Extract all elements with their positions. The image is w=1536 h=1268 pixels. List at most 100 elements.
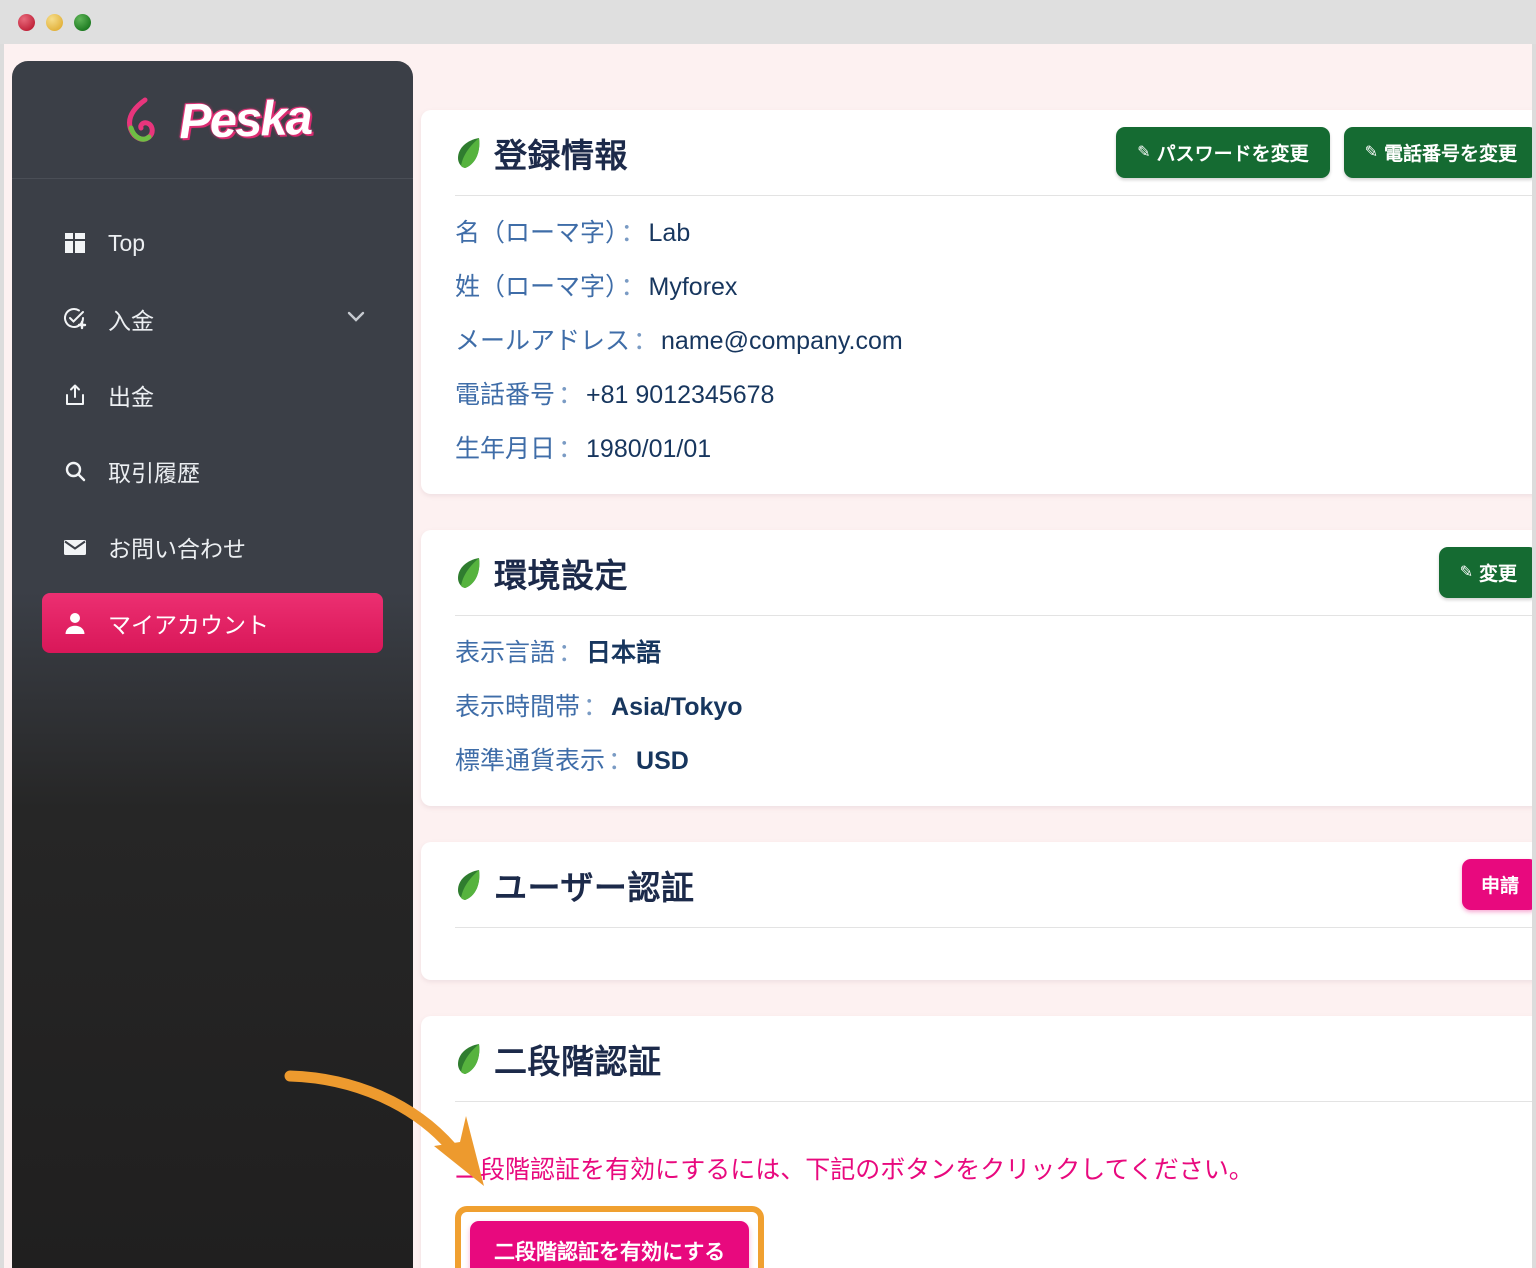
row-separator: ： bbox=[558, 639, 584, 667]
card-title: 二段階認証 bbox=[494, 1042, 662, 1080]
sidebar-item-label: 取引履歴 bbox=[108, 460, 200, 486]
change-phone-button[interactable]: ✎ 電話番号を変更 bbox=[1343, 127, 1532, 178]
card-header: ユーザー認証 申請 bbox=[455, 842, 1532, 928]
card-header-actions: 申請 bbox=[1461, 859, 1532, 910]
pref-row-timezone: 表示時間帯： Asia/Tokyo bbox=[455, 692, 1532, 722]
row-separator: ： bbox=[583, 693, 609, 721]
card-header-actions: ✎ 変更 bbox=[1438, 547, 1532, 598]
apply-verification-button[interactable]: 申請 bbox=[1461, 859, 1532, 910]
row-separator: ： bbox=[608, 747, 634, 775]
leaf-icon bbox=[458, 869, 480, 900]
info-row-birthdate: 生年月日： 1980/01/01 bbox=[455, 434, 1532, 464]
row-value: USD bbox=[636, 747, 689, 775]
change-preferences-button[interactable]: ✎ 変更 bbox=[1438, 547, 1532, 598]
browser-window: Peska Top 入金 出金 取引履歴 お問い合わせ マイアカウント 登録情報… bbox=[0, 0, 1536, 1268]
sidebar-item-label: マイアカウント bbox=[108, 612, 269, 638]
row-value: Myforex bbox=[648, 273, 738, 301]
row-value: Asia/Tokyo bbox=[611, 693, 743, 721]
withdraw-upload-icon bbox=[58, 382, 92, 408]
row-separator: ： bbox=[620, 273, 646, 301]
leaf-icon bbox=[458, 557, 480, 588]
brand-name: Peska bbox=[177, 90, 312, 149]
pref-row-currency: 標準通貨表示： USD bbox=[455, 746, 1532, 776]
pref-row-language: 表示言語：日本語 bbox=[455, 638, 1532, 668]
card-body: 名（ローマ字）： Lab 姓（ローマ字）： Myforex メールアドレス： name… bbox=[455, 196, 1532, 494]
card-body bbox=[455, 928, 1532, 980]
pencil-icon: ✎ bbox=[1137, 143, 1151, 161]
brand-logo[interactable]: Peska bbox=[12, 61, 413, 179]
sidebar-item-label: 入金 bbox=[108, 308, 154, 334]
two-factor-auth-card: 二段階認証 二段階認証を有効にするには、下記のボタンをクリックしてください。 二… bbox=[421, 1016, 1532, 1268]
two-factor-instruction-text: 二段階認証を有効にするには、下記のボタンをクリックしてください。 bbox=[455, 1156, 1254, 1184]
sidebar-item-top[interactable]: Top bbox=[42, 213, 383, 273]
card-header: 二段階認証 bbox=[455, 1016, 1532, 1102]
info-row-phone: 電話番号： +81 9012345678 bbox=[455, 380, 1532, 410]
window-titlebar bbox=[0, 0, 1536, 44]
leaf-icon bbox=[458, 137, 480, 168]
close-window-button[interactable] bbox=[18, 13, 35, 31]
button-label: 変更 bbox=[1478, 564, 1517, 585]
card-title: 登録情報 bbox=[494, 136, 628, 174]
preferences-card: 環境設定 ✎ 変更 表示言語：日本語 表示時間帯： Asia/Tokyo 標準通… bbox=[421, 530, 1532, 806]
info-row-email: メールアドレス： name@company.com bbox=[455, 326, 1532, 356]
sidebar-item-label: Top bbox=[108, 229, 146, 256]
highlight-box: 二段階認証を有効にする bbox=[455, 1206, 765, 1268]
row-separator: ： bbox=[633, 327, 659, 355]
sidebar-item-trade-history[interactable]: 取引履歴 bbox=[42, 441, 383, 501]
card-title: 環境設定 bbox=[494, 556, 628, 594]
card-header: 登録情報 ✎ パスワードを変更 ✎ 電話番号を変更 bbox=[455, 110, 1532, 196]
chevron-down-icon[interactable] bbox=[345, 305, 367, 333]
enable-two-factor-button[interactable]: 二段階認証を有効にする bbox=[470, 1221, 750, 1268]
row-value: +81 9012345678 bbox=[586, 381, 775, 409]
row-label: 表示時間帯 bbox=[455, 693, 581, 721]
row-label: メールアドレス bbox=[455, 327, 631, 355]
page-viewport: Peska Top 入金 出金 取引履歴 お問い合わせ マイアカウント 登録情報… bbox=[4, 44, 1532, 1268]
maximize-window-button[interactable] bbox=[74, 13, 91, 31]
row-label: 名（ローマ字） bbox=[455, 219, 618, 247]
sidebar-item-contact[interactable]: お問い合わせ bbox=[42, 517, 383, 577]
grid-dashboard-icon bbox=[58, 230, 92, 256]
main-content: 登録情報 ✎ パスワードを変更 ✎ 電話番号を変更 名（ローマ字） ： Lab … bbox=[421, 44, 1532, 1268]
row-separator: ： bbox=[558, 381, 584, 409]
peska-flame-icon bbox=[126, 97, 155, 142]
button-label: パスワードを変更 bbox=[1156, 144, 1309, 165]
row-value: name@company.com bbox=[661, 327, 903, 355]
change-password-button[interactable]: ✎ パスワードを変更 bbox=[1116, 127, 1330, 178]
deposit-check-icon bbox=[58, 306, 92, 332]
card-title: ユーザー認証 bbox=[494, 868, 695, 906]
row-value: 日本語 bbox=[586, 639, 662, 667]
button-label: 電話番号を変更 bbox=[1383, 144, 1517, 165]
sidebar-item-deposit[interactable]: 入金 bbox=[42, 289, 383, 349]
row-value: 1980/01/01 bbox=[586, 435, 712, 463]
sidebar-item-label: お問い合わせ bbox=[108, 536, 246, 562]
button-label: 二段階認証を有効にする bbox=[494, 1241, 726, 1264]
sidebar-item-label: 出金 bbox=[108, 384, 154, 410]
card-header: 環境設定 ✎ 変更 bbox=[455, 530, 1532, 616]
row-value: Lab bbox=[648, 219, 691, 247]
row-separator: ： bbox=[558, 435, 584, 463]
row-label: 生年月日 bbox=[455, 435, 556, 463]
sidebar-nav: Top 入金 出金 取引履歴 お問い合わせ マイアカウント bbox=[12, 179, 413, 653]
search-icon bbox=[58, 458, 92, 484]
card-header-actions: ✎ パスワードを変更 ✎ 電話番号を変更 bbox=[1116, 127, 1532, 178]
info-row-first-name: 名（ローマ字）： Lab bbox=[455, 218, 1532, 248]
button-label: 申請 bbox=[1480, 876, 1519, 897]
sidebar-item-withdraw[interactable]: 出金 bbox=[42, 365, 383, 425]
pencil-icon: ✎ bbox=[1459, 563, 1473, 581]
pencil-icon: ✎ bbox=[1364, 143, 1378, 161]
row-separator: ： bbox=[620, 219, 646, 247]
sidebar: Peska Top 入金 出金 取引履歴 お問い合わせ マイアカウント bbox=[12, 61, 413, 1268]
row-label: 姓（ローマ字） bbox=[455, 273, 618, 301]
registration-info-card: 登録情報 ✎ パスワードを変更 ✎ 電話番号を変更 名（ローマ字） ： Lab … bbox=[421, 110, 1532, 494]
minimize-window-button[interactable] bbox=[46, 13, 63, 31]
sidebar-item-my-account[interactable]: マイアカウント bbox=[42, 593, 383, 653]
leaf-icon bbox=[458, 1043, 480, 1074]
card-body: 二段階認証を有効にするには、下記のボタンをクリックしてください。 二段階認証を有… bbox=[455, 1102, 1532, 1268]
card-body: 表示言語：日本語 表示時間帯： Asia/Tokyo 標準通貨表示： USD bbox=[455, 616, 1532, 806]
user-person-icon bbox=[58, 610, 92, 636]
row-label: 標準通貨表示 bbox=[455, 747, 606, 775]
row-label: 表示言語 bbox=[455, 639, 556, 667]
row-label: 電話番号 bbox=[455, 381, 556, 409]
info-row-last-name: 姓（ローマ字）： Myforex bbox=[455, 272, 1532, 302]
mail-envelope-icon bbox=[58, 534, 92, 560]
